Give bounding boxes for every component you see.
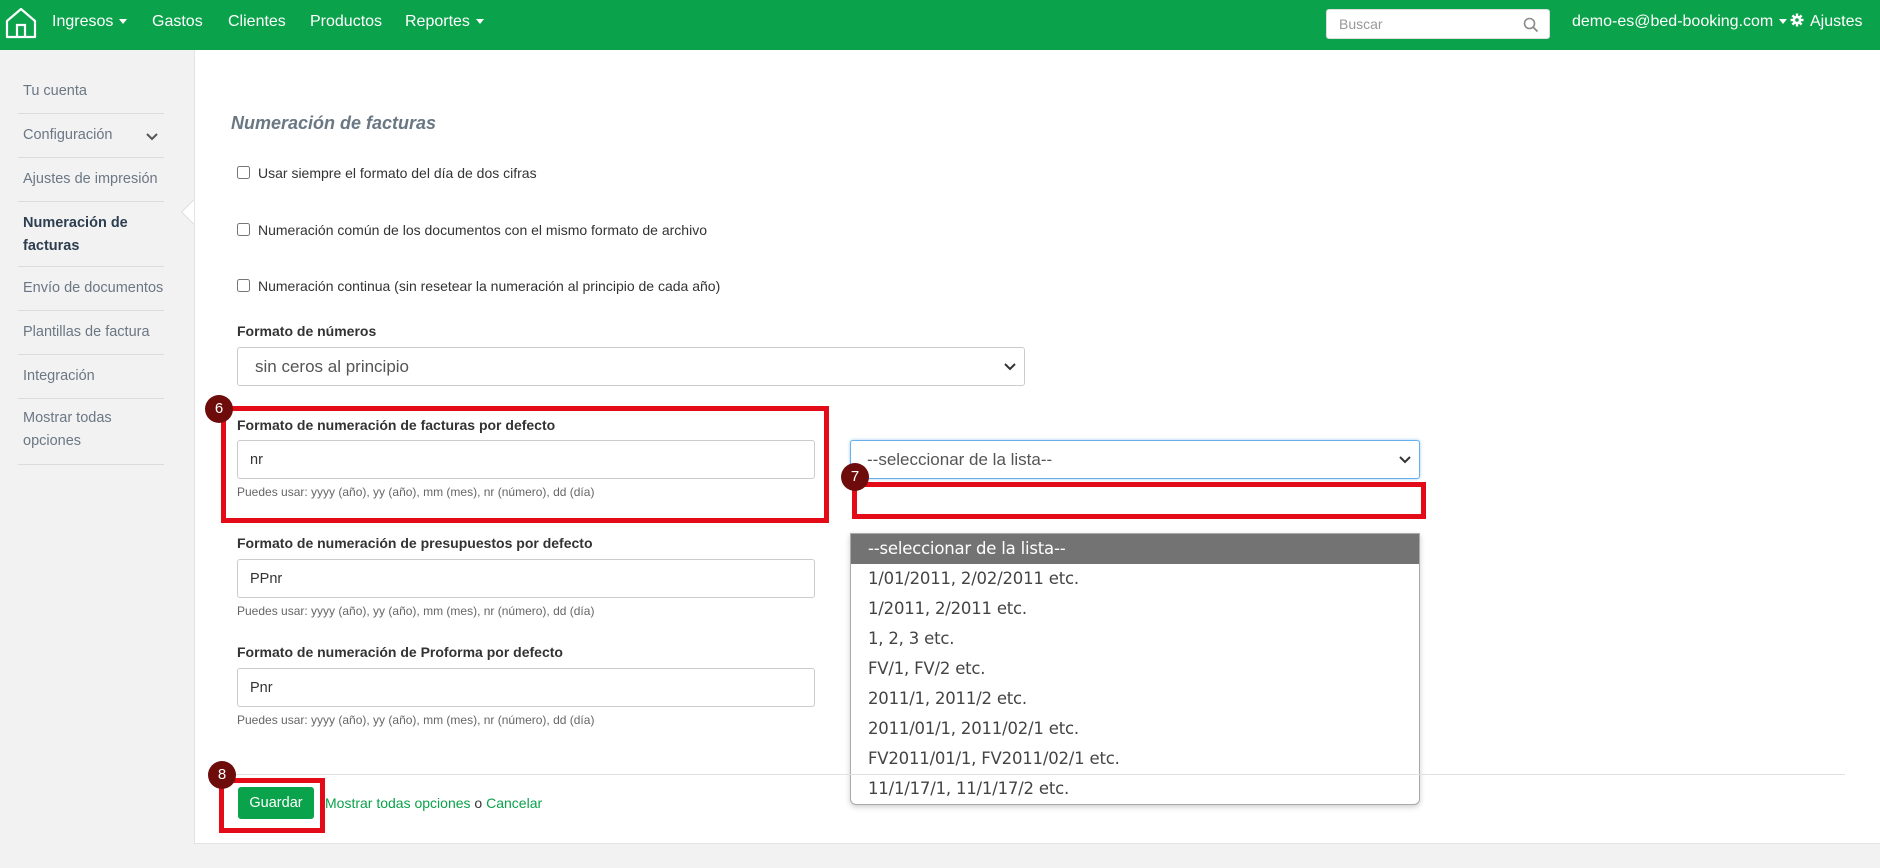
two-digit-day-checkbox[interactable] [237,166,250,179]
page-title: Numeración de facturas [231,113,437,133]
invoice-format-preset-value: --seleccionar de la lista-- [867,450,1053,469]
checkbox-label: Usar siempre el formato del día de dos c… [258,165,537,181]
dropdown-option[interactable]: FV/1, FV/2 etc. [851,654,1419,684]
settings-menu[interactable]: Ajustes [1790,0,1862,44]
step-badge: 7 [841,463,869,491]
chevron-down-icon [1399,456,1411,464]
nav-productos[interactable]: Productos [310,0,382,44]
quote-format-input[interactable] [237,559,815,598]
user-email: demo-es@bed-booking.com [1572,13,1774,30]
dropdown-option[interactable]: 2011/1, 2011/2 etc. [851,684,1419,714]
common-numbering-checkbox-row[interactable]: Numeración común de los documentos con e… [237,222,707,238]
invoice-format-dropdown-list[interactable]: --seleccionar de la lista-- 1/01/2011, 2… [850,533,1420,805]
form-divider [231,774,1845,775]
two-digit-day-checkbox-row[interactable]: Usar siempre el formato del día de dos c… [237,165,537,181]
nav-gastos[interactable]: Gastos [152,0,203,44]
dropdown-option[interactable]: FV2011/01/1, FV2011/02/1 etc. [851,744,1419,774]
sidebar-item-label: Configuración [23,127,113,143]
user-menu[interactable]: demo-es@bed-booking.com [1572,0,1788,44]
continuous-numbering-checkbox-row[interactable]: Numeración continua (sin resetear la num… [237,278,720,294]
sidebar-item-label: Envío de documentos [23,280,164,296]
nav-reportes[interactable]: Reportes [405,0,484,44]
proforma-format-input[interactable] [237,668,815,707]
dropdown-option[interactable]: 1/01/2011, 2/02/2011 etc. [851,564,1419,594]
dropdown-option[interactable]: 1/2011, 2/2011 etc. [851,594,1419,624]
sidebar-item-account[interactable]: Tu cuenta [18,70,164,114]
chevron-down-icon [1004,363,1016,371]
sidebar-item-show-all[interactable]: Mostrar todas opciones [18,399,164,465]
dropdown-option[interactable]: --seleccionar de la lista-- [851,534,1419,564]
sidebar: Tu cuenta Configuración Ajustes de impre… [0,50,194,868]
common-numbering-checkbox[interactable] [237,223,250,236]
search-icon[interactable] [1523,17,1539,33]
highlight-invoice-format [221,406,829,523]
chevron-down-icon [146,133,158,141]
number-format-label: Formato de números [237,323,377,339]
sidebar-item-label: Ajustes de impresión [23,171,158,187]
dropdown-option[interactable]: 11/1/17/1, 11/1/17/2 etc. [851,774,1419,804]
sidebar-item-label: Mostrar todas opciones [23,410,112,449]
sidebar-item-configuration[interactable]: Configuración [18,114,164,158]
proforma-format-label: Formato de numeración de Proforma por de… [237,644,563,660]
nav-gastos-label: Gastos [152,13,203,30]
search-input[interactable] [1337,10,1517,38]
sidebar-item-label: Numeración de facturas [23,215,128,254]
show-all-options-link[interactable]: Mostrar todas opciones [325,795,471,811]
quote-format-help: Puedes usar: yyyy (año), yy (año), mm (m… [237,604,595,618]
top-navbar: Ingresos Gastos Clientes Productos Repor… [0,0,1880,50]
footer-links: Mostrar todas opciones o Cancelar [325,795,542,811]
sidebar-item-label: Integración [23,368,95,384]
sidebar-item-document-sending[interactable]: Envío de documentos [18,267,164,311]
active-item-pointer [181,200,195,224]
sidebar-item-invoice-numbering[interactable]: Numeración de facturas [18,202,164,267]
or-text: o [474,795,483,811]
nav-clientes-label: Clientes [228,13,286,30]
checkbox-label: Numeración continua (sin resetear la num… [258,278,721,294]
settings-label: Ajustes [1810,13,1863,30]
quote-format-label: Formato de numeración de presupuestos po… [237,535,593,551]
caret-down-icon [119,19,128,25]
caret-down-icon [1779,19,1788,25]
invoice-format-preset-select[interactable]: --seleccionar de la lista-- [850,440,1420,479]
dropdown-option[interactable]: 1, 2, 3 etc. [851,624,1419,654]
search-box[interactable] [1326,9,1550,39]
step-badge: 6 [205,395,233,423]
home-icon[interactable] [3,5,39,41]
nav-ingresos-label: Ingresos [52,13,114,30]
sidebar-item-invoice-templates[interactable]: Plantillas de factura [18,311,164,355]
step-badge: 8 [208,761,236,789]
sidebar-item-integration[interactable]: Integración [18,355,164,399]
number-format-value: sin ceros al principio [255,357,410,376]
proforma-format-help: Puedes usar: yyyy (año), yy (año), mm (m… [237,713,595,727]
highlight-save-button [219,778,325,833]
number-format-select[interactable]: sin ceros al principio [237,347,1025,386]
continuous-numbering-checkbox[interactable] [237,279,250,292]
gear-icon [1790,13,1804,27]
cancel-link[interactable]: Cancelar [486,795,542,811]
nav-clientes[interactable]: Clientes [228,0,286,44]
nav-ingresos[interactable]: Ingresos [52,0,128,44]
sidebar-item-label: Tu cuenta [23,83,87,99]
highlight-select-option [852,482,1426,519]
checkbox-label: Numeración común de los documentos con e… [258,222,707,238]
sidebar-item-label: Plantillas de factura [23,324,150,340]
sidebar-item-print-settings[interactable]: Ajustes de impresión [18,158,164,202]
caret-down-icon [475,19,484,25]
dropdown-option[interactable]: 2011/01/1, 2011/02/1 etc. [851,714,1419,744]
nav-reportes-label: Reportes [405,13,470,30]
nav-productos-label: Productos [310,13,383,30]
